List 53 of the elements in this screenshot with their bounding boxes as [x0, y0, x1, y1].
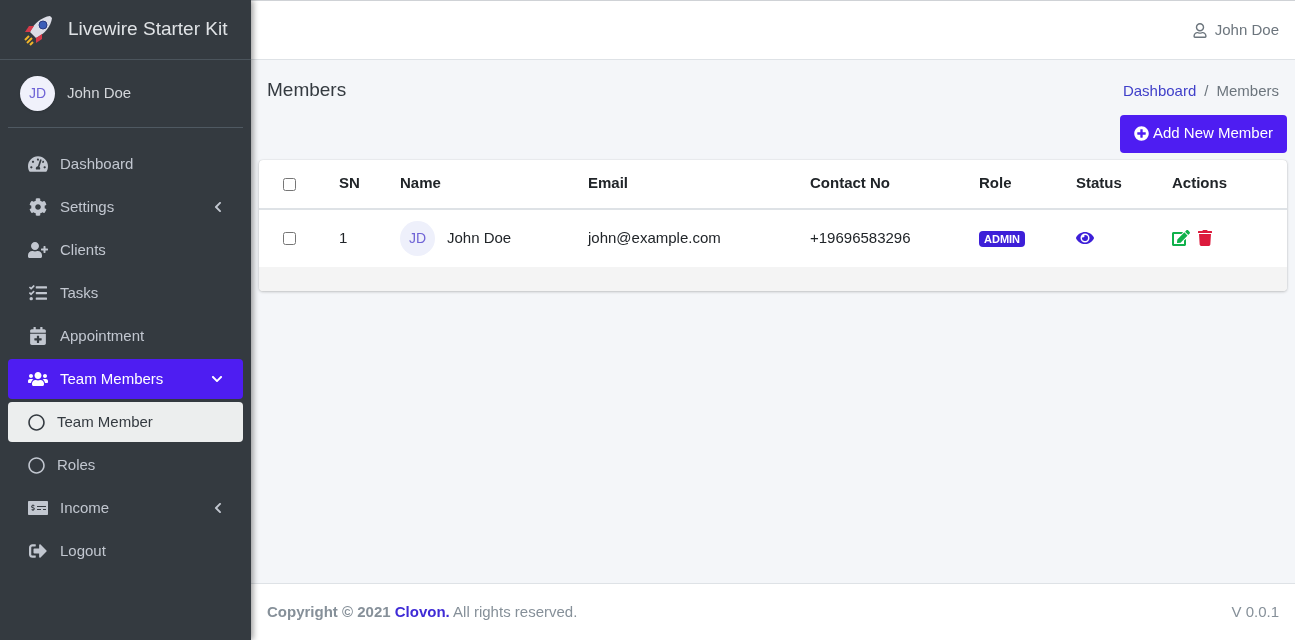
- select-all-checkbox[interactable]: [283, 177, 296, 191]
- breadcrumb-current: Members: [1216, 81, 1279, 101]
- chevron-left-icon: [213, 201, 223, 213]
- edit-icon[interactable]: [1172, 230, 1190, 246]
- copyright-text: Copyright © 2021 Clovon. All rights reserved.: [267, 601, 578, 622]
- table-cell-text: John Doe: [447, 227, 512, 248]
- sidebar-item[interactable]: Tasks: [8, 273, 243, 313]
- brand-name: Livewire Starter Kit: [68, 17, 228, 42]
- users-icon: [28, 370, 48, 388]
- column-header: Role: [979, 174, 1012, 192]
- breadcrumb-link[interactable]: Dashboard: [1122, 80, 1197, 103]
- dashboard-icon: [28, 155, 48, 173]
- delete-icon[interactable]: [1198, 230, 1212, 246]
- view-icon[interactable]: [1076, 230, 1094, 246]
- table-cell: +19696583296: [810, 228, 911, 246]
- user-icon: [1192, 22, 1207, 38]
- table-cell: john@example.com: [588, 228, 721, 246]
- member-avatar: JD: [400, 220, 435, 256]
- chevron-left-icon: [213, 502, 223, 514]
- column-header: Contact No: [810, 174, 890, 192]
- checklist-icon: [28, 284, 48, 302]
- user-menu[interactable]: John Doe: [1192, 18, 1279, 42]
- sidebar-item[interactable]: Income: [8, 488, 243, 528]
- money-icon: [28, 499, 48, 517]
- calendar-icon: [28, 327, 48, 345]
- settings-icon: [28, 198, 48, 216]
- version-text: V 0.0.1: [1231, 601, 1279, 622]
- add-member-button[interactable]: Add New Member: [1119, 114, 1287, 153]
- sidebar-item[interactable]: Appointment: [8, 316, 243, 356]
- sidebar-item[interactable]: Settings: [8, 187, 243, 227]
- sidebar-subitem[interactable]: Roles: [8, 445, 243, 485]
- logout-icon: [28, 542, 48, 560]
- column-header: SN: [339, 174, 360, 192]
- row-checkbox[interactable]: [283, 232, 296, 246]
- column-header: Actions: [1172, 174, 1227, 192]
- company-link[interactable]: Clovon.: [394, 602, 450, 620]
- table-cell: 1: [339, 228, 348, 246]
- column-header: Name: [400, 174, 441, 192]
- sidebar-item[interactable]: Clients: [8, 230, 243, 270]
- sidebar-item[interactable]: Team Members: [8, 359, 243, 399]
- plus-icon: [1133, 126, 1149, 141]
- column-header: Status: [1076, 174, 1122, 192]
- sidebar-subitem[interactable]: Team Member: [8, 402, 243, 442]
- sidebar-item[interactable]: Logout: [8, 531, 243, 571]
- page-title: Members: [267, 78, 347, 102]
- breadcrumb-separator: /: [1204, 81, 1209, 101]
- user-avatar: JD: [20, 76, 55, 111]
- user-name: John Doe: [67, 83, 132, 104]
- user-plus-icon: [28, 241, 48, 259]
- sidebar-item[interactable]: Dashboard: [8, 144, 243, 184]
- role-badge: ADMIN: [979, 230, 1026, 247]
- column-header: Email: [588, 174, 629, 192]
- chevron-down-icon: [211, 373, 223, 385]
